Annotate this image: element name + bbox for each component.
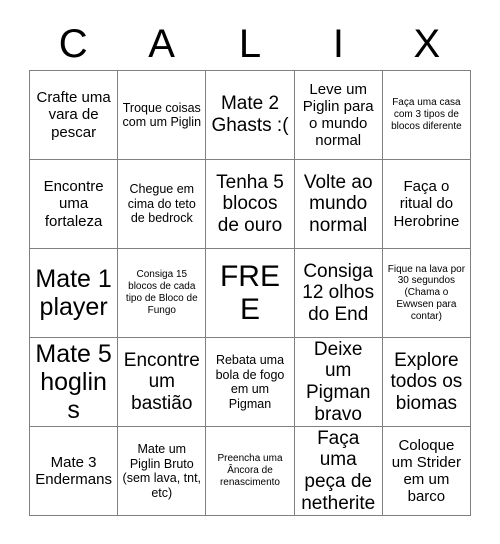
bingo-cell-text: Consiga 12 olhos do End (302, 260, 375, 325)
bingo-cell-r3c4[interactable]: Consiga 12 olhos do End (294, 249, 383, 338)
bingo-cell-r5c3[interactable]: Preencha uma Âncora de renascimento (206, 427, 295, 516)
bingo-cell-text: Deixe um Pigman bravo (305, 338, 371, 425)
bingo-cell-text: Crafte uma vara de pescar (36, 89, 111, 141)
bingo-header-letters: C A L I X (29, 18, 471, 70)
bingo-cell-text: Tenha 5 blocos de ouro (216, 171, 284, 236)
bingo-cell-r4c2[interactable]: Encontre um bastião (118, 338, 207, 427)
bingo-cell-text: FREE (219, 260, 280, 326)
bingo-cell-free[interactable]: FREE (206, 249, 295, 338)
bingo-cell-text: Encontre um bastião (123, 349, 200, 414)
bingo-cell-text: Fique na lava por 30 segundos (Chama o E… (387, 263, 466, 322)
bingo-cell-text: Faça uma casa com 3 tipos de blocos dife… (391, 97, 462, 132)
bingo-cell-text: Consiga 15 blocos de cada tipo de Bloco … (125, 269, 198, 316)
bingo-cell-text: Mate 5 hoglins (35, 340, 112, 424)
bingo-card: C A L I X Crafte uma vara de pescar Troq… (0, 0, 500, 544)
bingo-cell-text: Leve um Piglin para o mundo normal (302, 80, 374, 150)
bingo-grid: Crafte uma vara de pescar Troque coisas … (29, 70, 471, 516)
bingo-cell-r5c1[interactable]: Mate 3 Endermans (30, 427, 119, 516)
bingo-cell-r1c5[interactable]: Faça uma casa com 3 tipos de blocos dife… (382, 71, 471, 160)
bingo-cell-text: Mate 2 Ghasts :( (211, 93, 289, 136)
bingo-cell-text: Mate 3 Endermans (35, 453, 112, 488)
header-letter-l: L (238, 22, 262, 66)
bingo-cell-r3c1[interactable]: Mate 1 player (30, 249, 119, 338)
bingo-cell-r5c4[interactable]: Faça uma peça de netherite (294, 427, 383, 516)
header-letter-a: A (148, 22, 175, 66)
bingo-cell-text: Troque coisas com um Piglin (122, 100, 202, 130)
header-letter-c: C (58, 22, 88, 66)
bingo-cell-text: Coloque um Strider em um barco (391, 436, 461, 506)
bingo-cell-r2c4[interactable]: Volte ao mundo normal (294, 160, 383, 249)
bingo-cell-r1c4[interactable]: Leve um Piglin para o mundo normal (294, 71, 383, 160)
bingo-cell-text: Volte ao mundo normal (303, 171, 373, 236)
bingo-cell-r4c5[interactable]: Explore todos os biomas (382, 338, 471, 427)
bingo-cell-text: Encontre uma fortaleza (43, 178, 104, 230)
bingo-cell-r4c1[interactable]: Mate 5 hoglins (30, 338, 119, 427)
bingo-cell-text: Faça o ritual do Herobrine (393, 178, 460, 230)
bingo-cell-text: Mate um Piglin Bruto (sem lava, tnt, etc… (122, 442, 202, 500)
bingo-cell-r1c1[interactable]: Crafte uma vara de pescar (30, 71, 119, 160)
bingo-cell-text: Chegue em cima do teto de bedrock (127, 182, 196, 226)
bingo-cell-r2c1[interactable]: Encontre uma fortaleza (30, 160, 119, 249)
bingo-cell-text: Mate 1 player (35, 265, 112, 321)
bingo-cell-text: Explore todos os biomas (390, 349, 463, 414)
bingo-cell-r1c2[interactable]: Troque coisas com um Piglin (118, 71, 207, 160)
header-letter-i: I (332, 22, 344, 66)
bingo-cell-r2c3[interactable]: Tenha 5 blocos de ouro (206, 160, 295, 249)
bingo-cell-r5c2[interactable]: Mate um Piglin Bruto (sem lava, tnt, etc… (118, 427, 207, 516)
bingo-cell-text: Faça uma peça de netherite (301, 427, 376, 514)
bingo-cell-r3c5[interactable]: Fique na lava por 30 segundos (Chama o E… (382, 249, 471, 338)
header-letter-x: X (413, 22, 441, 66)
bingo-cell-r2c2[interactable]: Chegue em cima do teto de bedrock (118, 160, 207, 249)
bingo-cell-text: Rebata uma bola de fogo em um Pigman (215, 353, 285, 411)
bingo-cell-r2c5[interactable]: Faça o ritual do Herobrine (382, 160, 471, 249)
bingo-cell-r5c5[interactable]: Coloque um Strider em um barco (382, 427, 471, 516)
bingo-cell-text: Preencha uma Âncora de renascimento (217, 453, 283, 488)
bingo-cell-r3c2[interactable]: Consiga 15 blocos de cada tipo de Bloco … (118, 249, 207, 338)
bingo-cell-r4c3[interactable]: Rebata uma bola de fogo em um Pigman (206, 338, 295, 427)
bingo-cell-r1c3[interactable]: Mate 2 Ghasts :( (206, 71, 295, 160)
bingo-cell-r4c4[interactable]: Deixe um Pigman bravo (294, 338, 383, 427)
